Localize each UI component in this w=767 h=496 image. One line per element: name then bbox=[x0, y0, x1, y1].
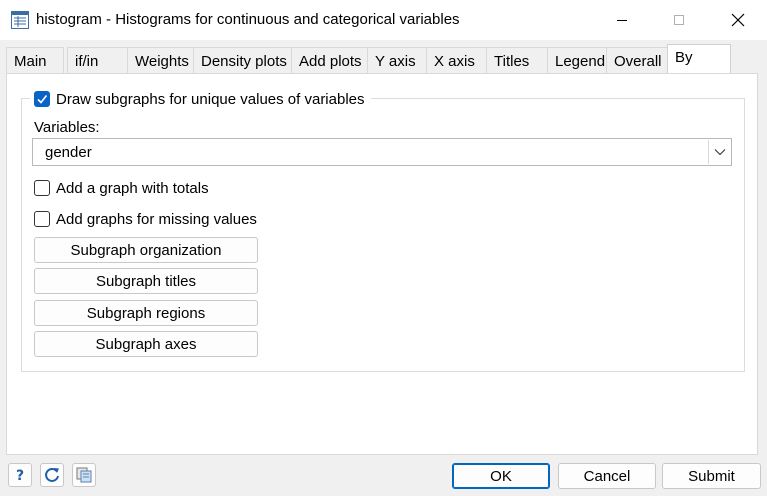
cancel-button[interactable]: Cancel bbox=[558, 463, 656, 489]
checkbox-unchecked-icon bbox=[34, 180, 50, 196]
tab-x-axis[interactable]: X axis bbox=[426, 47, 487, 73]
svg-text:?: ? bbox=[16, 468, 24, 483]
tab-legend[interactable]: Legend bbox=[547, 47, 607, 73]
variables-dropdown-button[interactable] bbox=[708, 140, 730, 164]
subgraph-axes-button[interactable]: Subgraph axes bbox=[34, 331, 258, 357]
variables-label: Variables: bbox=[34, 119, 100, 136]
title-bar: histogram - Histograms for continuous an… bbox=[0, 0, 767, 40]
tab-if-in[interactable]: if/in bbox=[67, 47, 129, 73]
draw-subgraphs-checkbox[interactable]: Draw subgraphs for unique values of vari… bbox=[30, 89, 371, 109]
draw-subgraphs-label: Draw subgraphs for unique values of vari… bbox=[56, 90, 365, 108]
tab-density-plots[interactable]: Density plots bbox=[193, 47, 292, 73]
copy-command-icon bbox=[76, 467, 92, 483]
ok-button[interactable]: OK bbox=[452, 463, 550, 489]
reset-icon bbox=[45, 467, 59, 482]
add-missing-checkbox[interactable]: Add graphs for missing values bbox=[34, 209, 257, 229]
close-icon bbox=[731, 13, 745, 27]
submit-button[interactable]: Submit bbox=[662, 463, 761, 489]
variables-value: gender bbox=[45, 144, 92, 161]
close-button[interactable] bbox=[715, 0, 761, 40]
copy-command-button[interactable] bbox=[72, 463, 96, 487]
checkbox-unchecked-icon bbox=[34, 211, 50, 227]
subgraph-regions-button[interactable]: Subgraph regions bbox=[34, 300, 258, 326]
maximize-icon bbox=[674, 15, 684, 25]
checkbox-checked-icon bbox=[34, 91, 50, 107]
tab-titles[interactable]: Titles bbox=[486, 47, 548, 73]
maximize-button[interactable] bbox=[656, 0, 702, 40]
minimize-icon bbox=[617, 20, 627, 21]
add-totals-checkbox[interactable]: Add a graph with totals bbox=[34, 178, 209, 198]
help-button[interactable]: ? bbox=[8, 463, 32, 487]
reset-button[interactable] bbox=[40, 463, 64, 487]
tab-add-plots[interactable]: Add plots bbox=[291, 47, 369, 73]
subgraph-titles-button[interactable]: Subgraph titles bbox=[34, 268, 258, 294]
tab-main[interactable]: Main bbox=[6, 47, 64, 73]
tab-weights[interactable]: Weights bbox=[127, 47, 195, 73]
dialog-app-icon bbox=[11, 11, 29, 29]
add-missing-label: Add graphs for missing values bbox=[56, 210, 257, 228]
tab-by[interactable]: By bbox=[667, 44, 731, 74]
add-totals-label: Add a graph with totals bbox=[56, 179, 209, 197]
tab-overall[interactable]: Overall bbox=[606, 47, 668, 73]
window-title: histogram - Histograms for continuous an… bbox=[36, 11, 460, 28]
by-tab-panel: Draw subgraphs for unique values of vari… bbox=[6, 73, 758, 455]
tab-y-axis[interactable]: Y axis bbox=[367, 47, 427, 73]
minimize-button[interactable] bbox=[599, 0, 645, 40]
subgraph-organization-button[interactable]: Subgraph organization bbox=[34, 237, 258, 263]
subgraphs-groupbox: Draw subgraphs for unique values of vari… bbox=[21, 89, 745, 372]
variables-combobox[interactable]: gender bbox=[32, 138, 732, 166]
chevron-down-icon bbox=[714, 149, 725, 156]
help-icon: ? bbox=[16, 468, 24, 483]
